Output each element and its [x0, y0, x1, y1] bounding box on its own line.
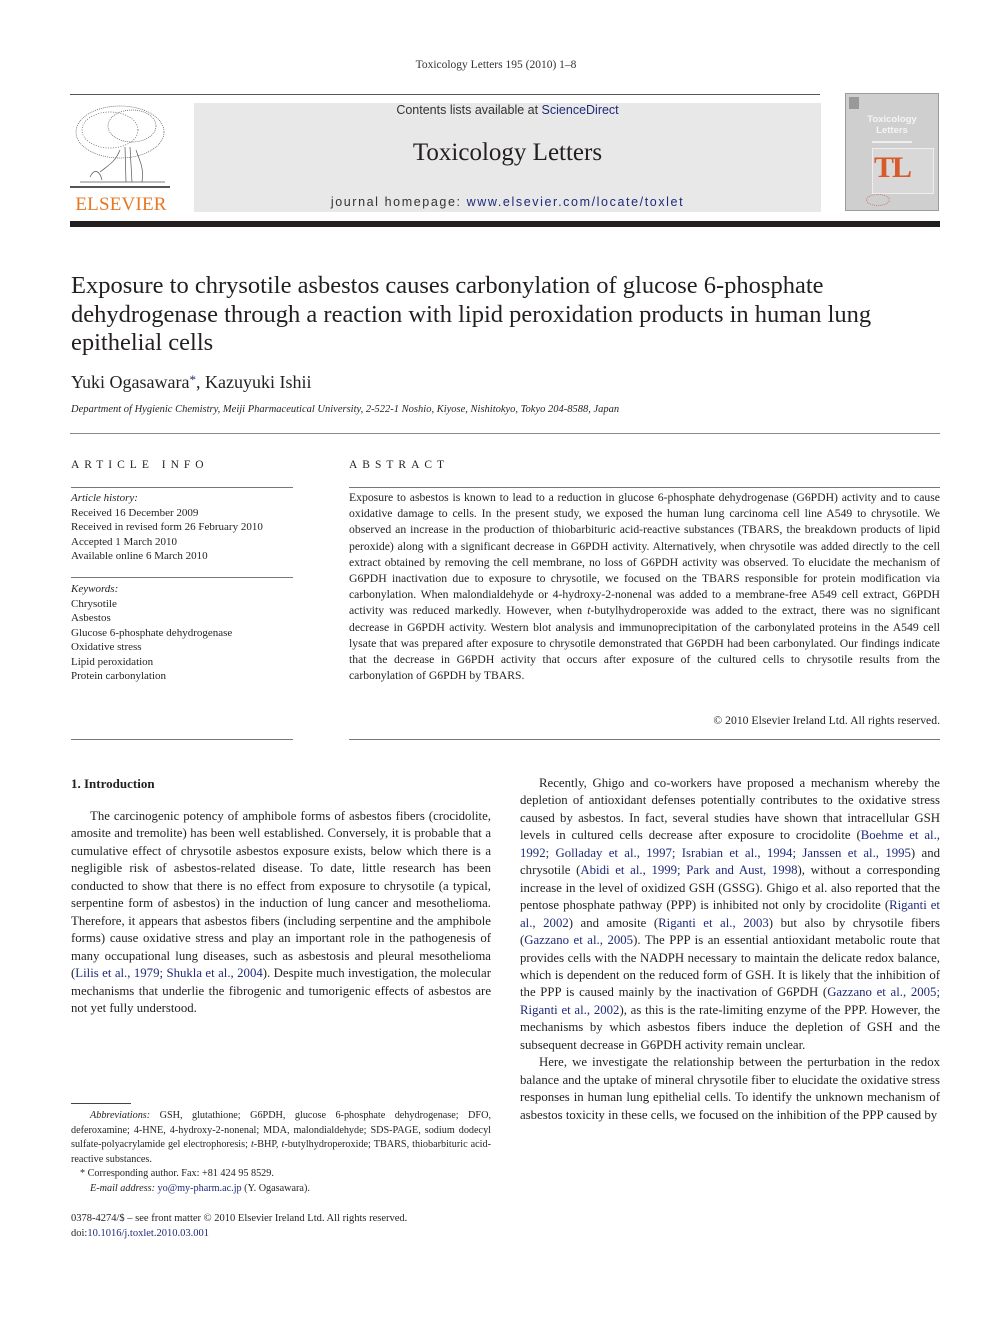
journal-title: Toxicology Letters: [412, 139, 603, 166]
corresponding-author-footnote: * Corresponding author. Fax: +81 424 95 …: [80, 1168, 274, 1179]
text: The carcinogenic potency of amphibole fo…: [71, 809, 491, 981]
article-info-bottom-rule: [71, 739, 293, 740]
keyword: Protein carbonylation: [71, 670, 167, 682]
keywords-label: Keywords:: [71, 583, 119, 595]
text: ) and amosite (: [568, 915, 659, 930]
paragraph: Here, we investigate the relationship be…: [520, 1055, 940, 1122]
abstract-bottom-rule: [349, 739, 940, 740]
citation-link[interactable]: Gazzano et al., 2005: [524, 933, 633, 947]
abstract-rule: [349, 487, 940, 488]
article-info-label: ARTICLE INFO: [71, 459, 209, 471]
journal-cover-thumbnail[interactable]: Toxicology Letters TL: [845, 93, 939, 211]
footnotes: Abbreviations: GSH, glutathione; G6PDH, …: [71, 1109, 491, 1196]
author-name[interactable]: Yuki Ogasawara: [71, 372, 189, 392]
history-item: Available online 6 March 2010: [71, 550, 208, 562]
text: (Y. Ogasawara).: [241, 1182, 310, 1194]
email-footnote: E-mail address: yo@my-pharm.ac.jp (Y. Og…: [71, 1182, 491, 1197]
history-item: Accepted 1 March 2010: [71, 535, 177, 548]
body-column-right: Recently, Ghigo and co-workers have prop…: [520, 775, 940, 1124]
doi-link[interactable]: 10.1016/j.toxlet.2010.03.001: [87, 1228, 209, 1239]
cover-title: Toxicology Letters: [846, 114, 938, 136]
keyword: Chrysotile: [71, 597, 117, 610]
abbreviations-footnote: Abbreviations: GSH, glutathione; G6PDH, …: [71, 1109, 491, 1167]
elsevier-wordmark: ELSEVIER: [75, 194, 167, 215]
keyword: Lipid peroxidation: [71, 655, 154, 668]
history-label: Article history:: [71, 492, 138, 504]
cover-subtitle-bar: [872, 141, 912, 143]
abstract-text: Exposure to asbestos is known to lead to…: [349, 490, 940, 684]
section-heading-introduction: 1. Introduction: [71, 776, 155, 791]
abstract-label: ABSTRACT: [349, 459, 450, 471]
history-item: Received 16 December 2009: [71, 506, 199, 519]
keyword: Asbestos: [71, 612, 111, 624]
affiliation: Department of Hygienic Chemistry, Meiji …: [71, 404, 620, 415]
cover-molecule-icon: [866, 194, 890, 206]
elsevier-logo[interactable]: ELSEVIER: [68, 100, 174, 215]
citation-link[interactable]: Lilis et al., 1979; Shukla et al., 2004: [75, 966, 263, 980]
email-label: E-mail address:: [90, 1182, 155, 1194]
doi-line: doi:10.1016/j.toxlet.2010.03.001: [71, 1227, 511, 1242]
homepage-prefix: journal homepage:: [330, 195, 467, 209]
abstract-text-part: Exposure to asbestos is known to lead to…: [349, 491, 940, 618]
journal-banner: Contents lists available at ScienceDirec…: [194, 103, 821, 212]
issn-line: 0378-4274/$ – see front matter © 2010 El…: [71, 1213, 408, 1224]
abstract-copyright: © 2010 Elsevier Ireland Ltd. All rights …: [713, 714, 940, 727]
cover-publisher-badge: [849, 97, 859, 109]
doi-prefix: doi:: [71, 1227, 88, 1239]
article-info-rule: [71, 487, 293, 488]
citation-link[interactable]: Abidi et al., 1999; Park and Aust, 1998: [580, 863, 797, 877]
text: -BHP,: [253, 1139, 282, 1150]
homepage-link[interactable]: www.elsevier.com/locate/toxlet: [467, 195, 685, 209]
running-head: Toxicology Letters 195 (2010) 1–8: [415, 59, 577, 71]
contents-prefix: Contents lists available at: [396, 103, 542, 117]
section-divider: [70, 433, 940, 434]
paragraph: Recently, Ghigo and co-workers have prop…: [520, 775, 940, 1054]
abbreviations-label: Abbreviations:: [90, 1110, 151, 1121]
cover-title-line2: Letters: [876, 125, 908, 136]
citation-link[interactable]: Riganti et al., 2003: [658, 916, 769, 930]
article-history: Article history: Received 16 December 20…: [71, 491, 296, 564]
author-separator: ,: [195, 372, 205, 392]
article-title: Exposure to chrysotile asbestos causes c…: [71, 272, 872, 356]
paragraph: The carcinogenic potency of amphibole fo…: [71, 808, 491, 1017]
history-item: Received in revised form 26 February 201…: [71, 521, 263, 533]
front-matter: 0378-4274/$ – see front matter © 2010 El…: [71, 1212, 511, 1241]
email-link[interactable]: yo@my-pharm.ac.jp: [158, 1183, 242, 1194]
author-name[interactable]: Kazuyuki Ishii: [205, 372, 311, 392]
footnote-rule: [71, 1103, 131, 1104]
header-top-rule: [70, 94, 820, 95]
sciencedirect-link[interactable]: ScienceDirect: [542, 103, 619, 117]
keyword: Glucose 6-phosphate dehydrogenase: [71, 626, 233, 639]
author-list: Yuki Ogasawara*, Kazuyuki Ishii: [71, 372, 311, 393]
keyword: Oxidative stress: [71, 641, 142, 653]
cover-monogram: TL: [874, 151, 912, 184]
header-thick-rule: [70, 221, 940, 227]
elsevier-tree-icon: [70, 105, 170, 188]
cover-title-line1: Toxicology: [867, 114, 917, 125]
body-column-left: The carcinogenic potency of amphibole fo…: [71, 808, 491, 1017]
homepage-line: journal homepage: www.elsevier.com/locat…: [194, 195, 821, 209]
keywords-rule: [71, 577, 293, 578]
contents-line: Contents lists available at ScienceDirec…: [194, 103, 821, 117]
keywords: Keywords: Chrysotile Asbestos Glucose 6-…: [71, 582, 296, 684]
